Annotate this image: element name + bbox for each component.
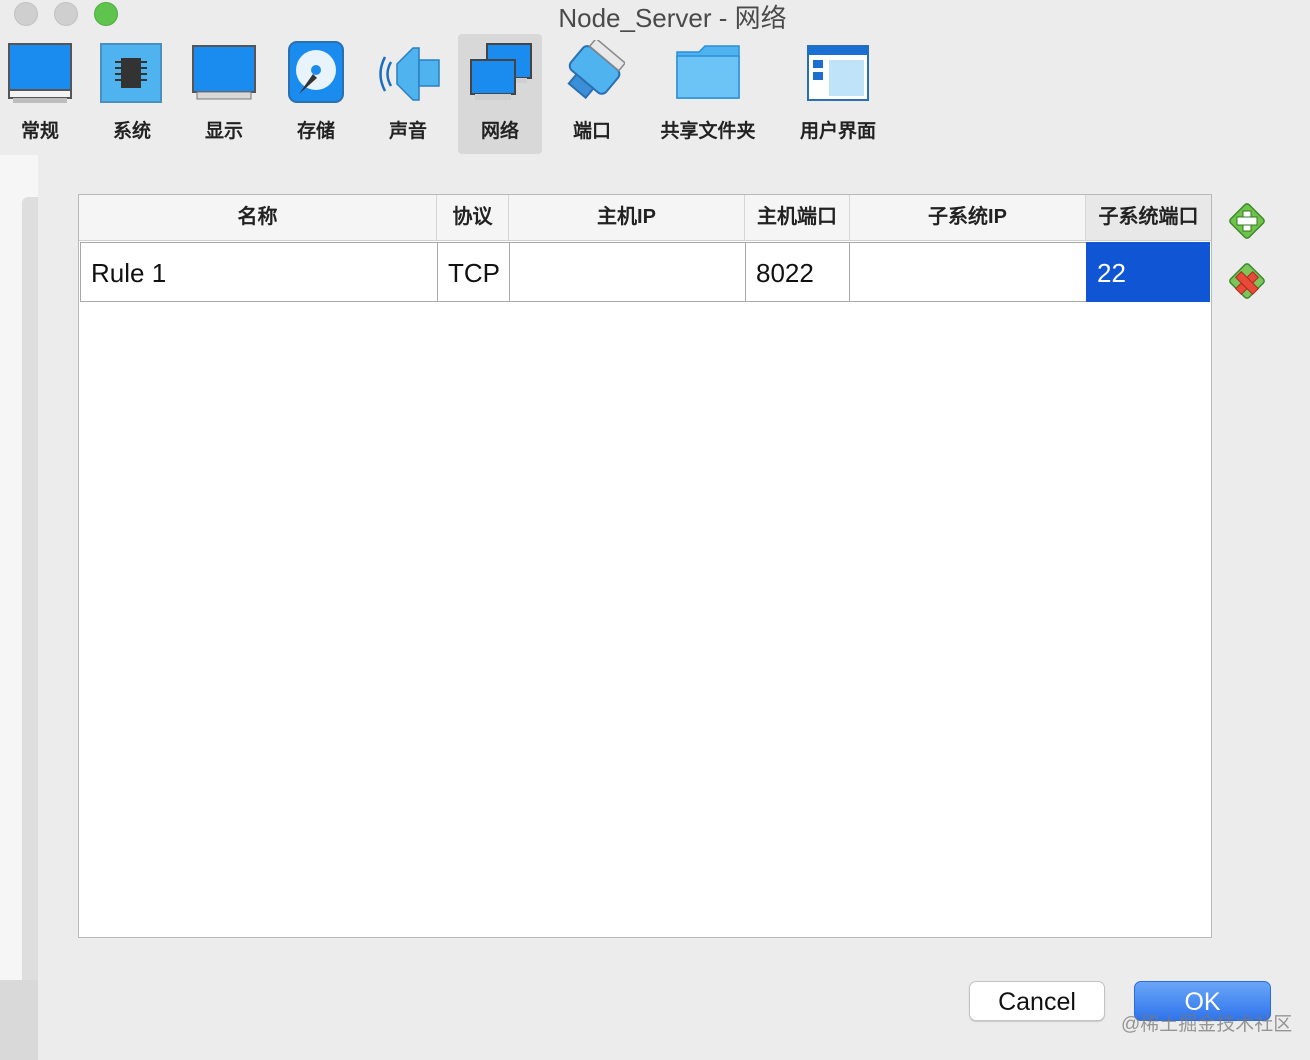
audio-speaker-icon [379, 47, 440, 101]
table-row[interactable]: Rule 1 TCP 8022 22 [80, 242, 1210, 302]
column-header-host-ip[interactable]: 主机IP [509, 195, 745, 240]
tab-user-interface-label: 用户界面 [799, 121, 876, 142]
tab-display[interactable]: 显示 [184, 34, 264, 154]
user-interface-icon [807, 45, 869, 101]
column-header-guest-port[interactable]: 子系统端口 [1086, 195, 1211, 240]
system-chip-icon [100, 43, 162, 103]
cell-host-ip[interactable] [509, 242, 745, 302]
cell-host-port[interactable]: 8022 [745, 242, 849, 302]
watermark-text: @稀土掘金技术社区 [1121, 1014, 1293, 1035]
cell-name[interactable]: Rule 1 [80, 242, 437, 302]
tab-user-interface[interactable]: 用户界面 [786, 34, 890, 154]
tab-system[interactable]: 系统 [92, 34, 172, 154]
tab-network[interactable]: 网络 [458, 34, 542, 154]
tab-audio[interactable]: 声音 [368, 34, 448, 154]
cell-guest-ip[interactable] [849, 242, 1086, 302]
serial-port-icon [567, 40, 625, 100]
tab-audio-label: 声音 [388, 121, 427, 142]
tab-storage[interactable]: 存储 [276, 34, 356, 154]
title-bar: Node_Server - 网络 [0, 0, 1310, 33]
tab-ports-label: 端口 [572, 121, 611, 142]
add-rule-icon[interactable] [1228, 202, 1266, 240]
tab-ports[interactable]: 端口 [552, 34, 632, 154]
table-header: 名称 协议 主机IP 主机端口 子系统IP 子系统端口 [79, 195, 1211, 241]
tab-network-label: 网络 [480, 121, 519, 142]
tab-shared-folders[interactable]: 共享文件夹 [648, 34, 768, 154]
column-header-name[interactable]: 名称 [79, 195, 437, 240]
column-header-protocol[interactable]: 协议 [437, 195, 509, 240]
remove-rule-icon[interactable] [1228, 262, 1266, 300]
column-header-host-port[interactable]: 主机端口 [745, 195, 850, 240]
tab-system-label: 系统 [112, 121, 151, 142]
cell-guest-port[interactable]: 22 [1086, 242, 1210, 302]
tab-storage-label: 存储 [296, 121, 335, 142]
tab-general[interactable]: 常规 [0, 34, 80, 154]
cell-protocol[interactable]: TCP [437, 242, 509, 302]
window-title: Node_Server - 网络 [558, 3, 787, 33]
storage-disk-icon [288, 41, 344, 103]
column-header-guest-ip[interactable]: 子系统IP [850, 195, 1086, 240]
display-monitor-icon [192, 45, 256, 100]
settings-toolbar: 常规 系统 显示 存储 声音 网络 端口 共享文件夹 用户界面 [0, 34, 1310, 156]
cancel-button[interactable]: Cancel [969, 981, 1105, 1021]
port-forwarding-table: 名称 协议 主机IP 主机端口 子系统IP 子系统端口 Rule 1 TCP 8… [78, 194, 1212, 938]
tab-shared-folders-label: 共享文件夹 [660, 121, 756, 142]
parent-window-edge [0, 155, 38, 1060]
tab-display-label: 显示 [204, 121, 243, 142]
general-monitor-icon [8, 43, 72, 103]
tab-general-label: 常规 [20, 121, 59, 142]
shared-folder-icon [676, 45, 740, 99]
network-icon [470, 43, 532, 100]
